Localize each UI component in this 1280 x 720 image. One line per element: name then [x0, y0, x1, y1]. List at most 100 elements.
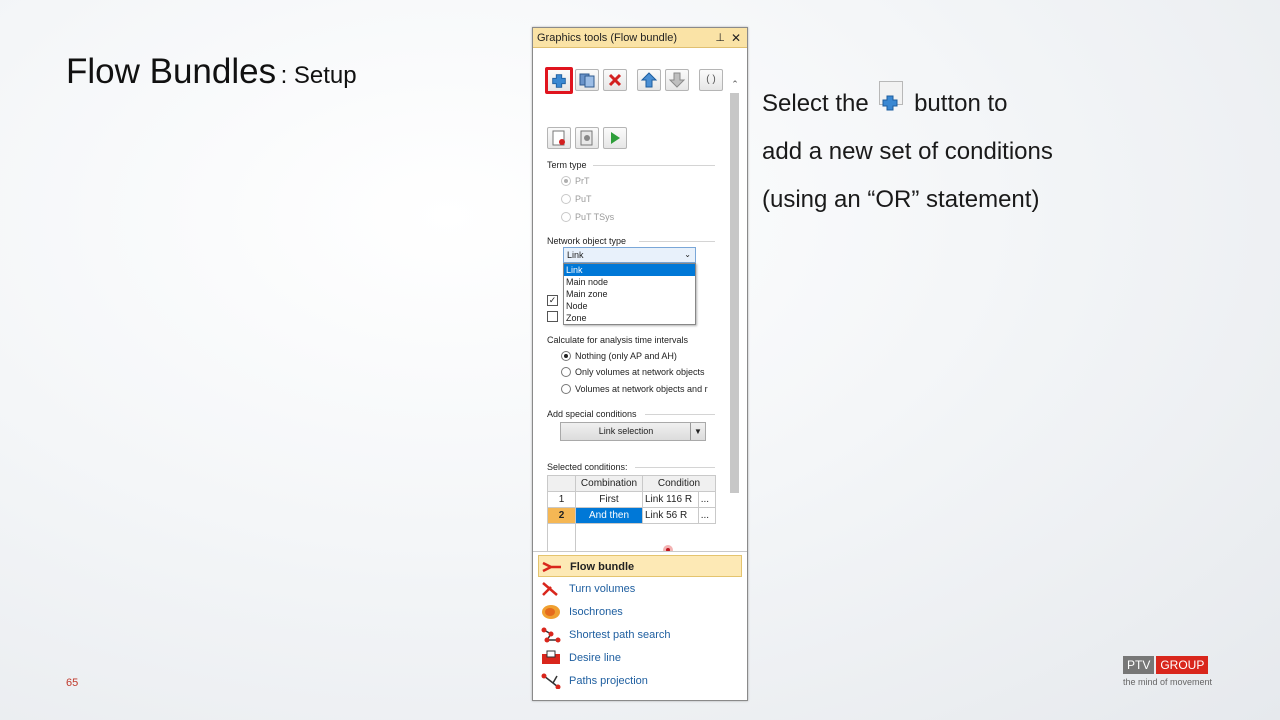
- divider: [593, 165, 715, 166]
- pin-icon[interactable]: ⊥: [715, 28, 725, 48]
- dropdown-option[interactable]: Node: [564, 300, 695, 312]
- tool-flow-bundle[interactable]: Flow bundle: [538, 555, 742, 577]
- parentheses-button[interactable]: ( ): [699, 69, 723, 91]
- panel-title-bar: Graphics tools (Flow bundle) ⊥ ✕: [533, 28, 747, 48]
- volumes-and-radio[interactable]: [561, 384, 571, 394]
- chevron-down-icon: ⌄: [684, 250, 691, 259]
- shortest-path-icon: [541, 627, 561, 643]
- arrow-up-icon: [640, 72, 658, 88]
- move-down-button[interactable]: [665, 69, 689, 91]
- dropdown-option[interactable]: Zone: [564, 312, 695, 324]
- network-object-type-select[interactable]: Link ⌄: [563, 247, 696, 263]
- panel-title: Graphics tools (Flow bundle): [537, 32, 678, 44]
- tool-label: Desire line: [569, 652, 621, 664]
- volumes-and-label: Volumes at network objects and r: [575, 384, 708, 394]
- analysis-intervals-label: Calculate for analysis time intervals: [547, 335, 689, 345]
- copy-condition-button[interactable]: [575, 69, 599, 91]
- slide-title: Flow Bundles : Setup: [66, 52, 357, 92]
- copy-icon: [579, 73, 595, 88]
- nothing-label: Nothing (only AP and AH): [575, 351, 677, 361]
- table-header: Condition: [642, 475, 716, 492]
- panel-content: ( ) Term type PrT PuT PuT TSys Network o…: [533, 49, 747, 576]
- tool-label: Turn volumes: [569, 583, 636, 595]
- execute-from-selection-button[interactable]: [575, 127, 599, 149]
- divider: [645, 414, 715, 415]
- slide-title-main: Flow Bundles: [66, 52, 277, 91]
- condition-cell[interactable]: Link 116 R: [642, 491, 699, 508]
- network-object-type-value: Link: [567, 250, 584, 260]
- isochrones-icon: [542, 605, 560, 619]
- ptv-group-logo: PTV GROUP the mind of movement: [1123, 656, 1212, 687]
- selected-conditions-label: Selected conditions:: [547, 462, 628, 472]
- panel-scrollbar[interactable]: ⌃ ⌄: [729, 79, 741, 576]
- option-checkbox-checked[interactable]: ✓: [547, 295, 558, 306]
- tool-turn-volumes[interactable]: Turn volumes: [538, 578, 742, 600]
- prt-label: PrT: [575, 176, 590, 186]
- prt-radio[interactable]: [561, 176, 571, 186]
- table-header-row: Combination Condition: [547, 475, 716, 492]
- tool-shortest-path[interactable]: Shortest path search: [538, 624, 742, 646]
- tool-isochrones[interactable]: Isochrones: [538, 601, 742, 623]
- plus-icon: [552, 74, 566, 88]
- network-object-type-dropdown: Link Main node Main zone Node Zone: [563, 263, 696, 325]
- scroll-up-icon[interactable]: ⌃: [729, 79, 741, 90]
- tool-label: Flow bundle: [570, 561, 635, 573]
- logo-group: GROUP: [1156, 656, 1209, 674]
- row-number: 1: [547, 491, 576, 508]
- move-up-button[interactable]: [637, 69, 661, 91]
- link-selection-button[interactable]: Link selection ▼: [560, 422, 706, 441]
- only-volumes-radio[interactable]: [561, 367, 571, 377]
- graphics-tools-list: Flow bundle Turn volumes Isochrones Shor…: [533, 551, 747, 700]
- scrollbar-thumb[interactable]: [730, 93, 739, 493]
- explain-line-1-pre: Select the: [762, 90, 869, 117]
- tool-label: Paths projection: [569, 675, 648, 687]
- delete-icon: [608, 73, 622, 87]
- execute-button[interactable]: [603, 127, 627, 149]
- special-conditions-label: Add special conditions: [547, 409, 637, 419]
- only-volumes-label: Only volumes at network objects: [575, 367, 705, 377]
- nothing-radio[interactable]: [561, 351, 571, 361]
- dropdown-option[interactable]: Main zone: [564, 288, 695, 300]
- option-checkbox[interactable]: [547, 311, 558, 322]
- delete-condition-button[interactable]: [603, 69, 627, 91]
- tool-label: Isochrones: [569, 606, 623, 618]
- conditions-table: Combination Condition 1 First Link 116 R…: [547, 475, 717, 524]
- caret-down-icon[interactable]: ▼: [690, 423, 705, 440]
- edit-condition-button[interactable]: ...: [697, 491, 717, 508]
- plus-icon: [879, 81, 904, 111]
- add-condition-button[interactable]: [545, 67, 573, 94]
- table-row[interactable]: 1 First Link 116 R ...: [547, 491, 717, 508]
- dropdown-option[interactable]: Main node: [564, 276, 695, 288]
- explain-line-2: add a new set of conditions: [762, 138, 1053, 165]
- play-icon: [611, 132, 620, 144]
- combination-cell[interactable]: First: [575, 491, 643, 508]
- flow-bundle-icon: [542, 561, 561, 573]
- new-document-icon: [552, 130, 565, 146]
- arrow-down-icon: [668, 72, 686, 88]
- put-label: PuT: [575, 194, 592, 204]
- link-selection-label: Link selection: [598, 426, 654, 436]
- tool-desire-line[interactable]: Desire line: [538, 647, 742, 669]
- gear-document-icon: [580, 130, 593, 146]
- divider: [635, 467, 715, 468]
- logo-ptv: PTV: [1123, 656, 1155, 674]
- explanation-text: Select the button to add a new set of co…: [762, 80, 1053, 224]
- new-bundle-button[interactable]: [547, 127, 571, 149]
- term-type-label: Term type: [547, 160, 587, 170]
- explain-line-1-post: button to: [914, 90, 1008, 117]
- page-number: 65: [66, 677, 79, 689]
- slide-title-sub: : Setup: [280, 62, 357, 89]
- paths-projection-icon: [541, 673, 561, 689]
- put-radio[interactable]: [561, 194, 571, 204]
- explain-line-1: Select the button to: [762, 80, 1053, 128]
- logo-tagline: the mind of movement: [1123, 677, 1213, 687]
- close-icon[interactable]: ✕: [731, 28, 741, 48]
- desire-line-icon: [542, 650, 560, 664]
- put-tsys-radio[interactable]: [561, 212, 571, 222]
- tool-paths-projection[interactable]: Paths projection: [538, 670, 742, 692]
- tool-label: Shortest path search: [569, 629, 671, 641]
- table-header: [547, 475, 576, 492]
- graphics-tools-panel: Graphics tools (Flow bundle) ⊥ ✕ ( ) Ter…: [532, 27, 748, 701]
- dropdown-option[interactable]: Link: [564, 264, 695, 276]
- divider: [639, 241, 715, 242]
